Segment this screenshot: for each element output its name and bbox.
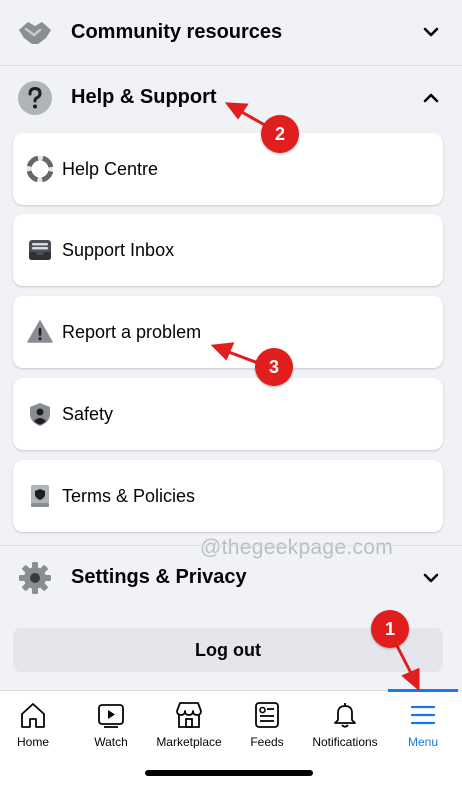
- section-label: Settings & Privacy: [71, 566, 247, 588]
- support-inbox-item[interactable]: Support Inbox: [13, 214, 443, 286]
- report-problem-item[interactable]: Report a problem: [13, 296, 443, 368]
- watch-icon: [95, 699, 127, 731]
- book-shield-icon: [26, 482, 54, 510]
- tab-watch[interactable]: Watch: [82, 691, 140, 753]
- shield-user-icon: [26, 400, 54, 428]
- chevron-down-icon: [422, 569, 440, 587]
- arrow-1-head: [401, 667, 420, 692]
- section-help-support[interactable]: Help & Support: [0, 65, 462, 129]
- tab-label: Marketplace: [156, 735, 222, 749]
- bell-icon: [329, 699, 361, 731]
- warning-icon: [26, 318, 54, 346]
- section-community-resources[interactable]: Community resources: [0, 0, 462, 64]
- item-label: Support Inbox: [62, 239, 175, 260]
- tab-label: Feeds: [250, 735, 284, 749]
- item-label: Report a problem: [62, 321, 202, 342]
- annotation-badge-2: 2: [261, 115, 299, 153]
- feeds-icon: [251, 699, 283, 731]
- section-label: Community resources: [71, 20, 283, 43]
- chevron-up-icon: [422, 89, 440, 107]
- chevron-down-icon: [422, 23, 440, 41]
- safety-item[interactable]: Safety: [13, 378, 443, 450]
- item-label: Safety: [62, 403, 114, 424]
- menu-icon: [407, 699, 439, 731]
- handshake-icon: [16, 13, 54, 51]
- tab-label: Menu: [407, 735, 439, 749]
- lifebuoy-icon: [26, 155, 54, 183]
- tab-home[interactable]: Home: [4, 691, 62, 753]
- home-indicator: [145, 770, 313, 776]
- annotation-badge-1: 1: [371, 610, 409, 648]
- section-settings-privacy[interactable]: Settings & Privacy: [0, 545, 462, 609]
- item-label: Help Centre: [62, 158, 159, 179]
- inbox-icon: [26, 236, 54, 264]
- home-icon: [17, 699, 49, 731]
- question-icon: [16, 79, 54, 117]
- annotation-badge-3: 3: [255, 348, 293, 386]
- tab-menu[interactable]: Menu: [394, 691, 452, 753]
- section-label: Help & Support: [71, 86, 217, 108]
- marketplace-icon: [173, 699, 205, 731]
- help-centre-item[interactable]: Help Centre: [13, 133, 443, 205]
- tab-notifications[interactable]: Notifications: [308, 691, 382, 753]
- gear-icon: [16, 559, 54, 597]
- tab-label: Notifications: [312, 735, 378, 749]
- tab-label: Watch: [94, 735, 128, 749]
- item-label: Terms & Policies: [62, 485, 196, 506]
- tab-marketplace[interactable]: Marketplace: [150, 691, 228, 753]
- tab-label: Home: [16, 735, 49, 749]
- terms-policies-item[interactable]: Terms & Policies: [13, 460, 443, 532]
- tab-feeds[interactable]: Feeds: [238, 691, 296, 753]
